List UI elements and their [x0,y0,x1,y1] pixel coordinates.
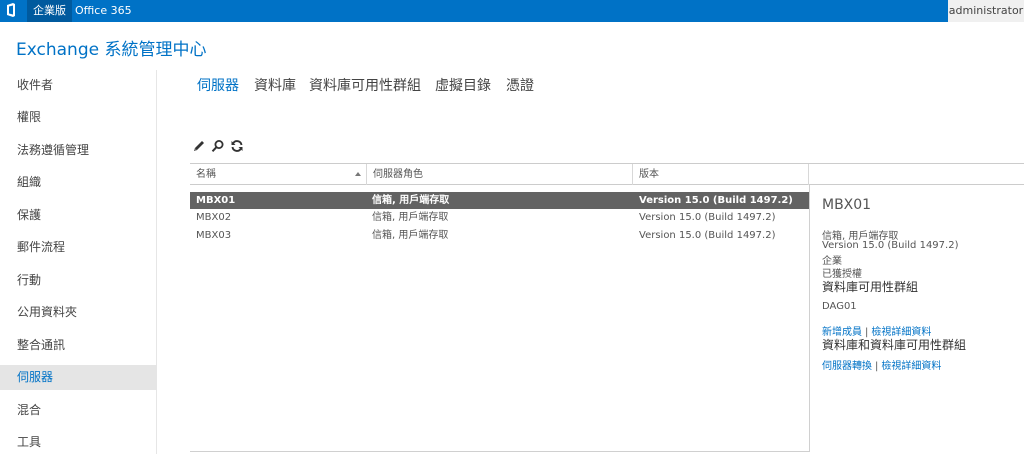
column-header-label: 伺服器角色 [373,169,423,180]
cell-name: MBX02 [196,212,232,223]
sidebar-item-unified-messaging[interactable]: 整合通訊 [0,333,157,358]
tab-certificates[interactable]: 憑證 [506,75,534,95]
cell-version: Version 15.0 (Build 1497.2) [639,230,776,241]
column-header-name[interactable]: 名稱 [190,164,367,185]
sidebar-item-organization[interactable]: 組織 [0,170,157,195]
cell-name: MBX01 [196,195,236,206]
sidebar-item-public-folders[interactable]: 公用資料夾 [0,300,157,325]
details-title: MBX01 [822,197,872,213]
table-row[interactable]: MBX02 信箱, 用戶端存取 Version 15.0 (Build 1497… [190,209,809,226]
user-menu[interactable]: administrator [948,0,1024,22]
tab-office365[interactable]: Office 365 [69,0,138,22]
office-logo-icon[interactable] [6,3,16,17]
view-details-link[interactable]: 檢視詳細資料 [881,361,941,372]
tab-servers[interactable]: 伺服器 [197,75,239,95]
details-divider [809,185,810,451]
page-title: Exchange 系統管理中心 [16,40,207,60]
sidebar-item-mail-flow[interactable]: 郵件流程 [0,235,157,260]
table-header: 名稱 伺服器角色 版本 [190,163,1024,185]
servers-table: 名稱 伺服器角色 版本 MBX01 信箱, 用戶端存取 Version 15.0… [190,163,1024,453]
sidebar-item-protection[interactable]: 保護 [0,203,157,228]
sidebar-item-mobile[interactable]: 行動 [0,268,157,293]
details-version: Version 15.0 (Build 1497.2) [822,240,959,251]
tab-dag[interactable]: 資料庫可用性群組 [309,75,421,95]
cell-role: 信箱, 用戶端存取 [372,195,450,206]
column-header-label: 版本 [639,169,659,180]
table-row[interactable]: MBX03 信箱, 用戶端存取 Version 15.0 (Build 1497… [190,227,809,244]
cell-version: Version 15.0 (Build 1497.2) [639,212,776,223]
search-icon[interactable] [211,139,225,153]
sidebar: 收件者 權限 法務遵循管理 組織 保護 郵件流程 行動 公用資料夾 整合通訊 伺… [0,70,157,454]
cell-version: Version 15.0 (Build 1497.2) [639,195,793,206]
sidebar-item-compliance[interactable]: 法務遵循管理 [0,138,157,163]
details-db-links: 伺服器轉換 | 檢視詳細資料 [822,357,941,372]
table-row[interactable]: MBX01 信箱, 用戶端存取 Version 15.0 (Build 1497… [190,192,809,209]
sidebar-item-tools[interactable]: 工具 [0,430,157,454]
sidebar-item-hybrid[interactable]: 混合 [0,398,157,423]
cell-name: MBX03 [196,230,232,241]
tab-databases[interactable]: 資料庫 [254,75,296,95]
server-switchover-link[interactable]: 伺服器轉換 [822,361,872,372]
tab-virtual-directories[interactable]: 虛擬目錄 [435,75,491,95]
column-header-role[interactable]: 伺服器角色 [367,164,633,185]
refresh-icon[interactable] [230,139,244,153]
sort-ascending-icon [355,172,361,176]
cell-role: 信箱, 用戶端存取 [372,212,449,223]
pencil-icon[interactable] [192,139,206,153]
tab-enterprise[interactable]: 企業版 [27,0,72,22]
link-separator: | [875,361,879,372]
column-header-version[interactable]: 版本 [633,164,809,185]
details-db-heading: 資料庫和資料庫可用性群組 [822,338,967,352]
cell-role: 信箱, 用戶端存取 [372,230,449,241]
details-dag-heading: 資料庫可用性群組 [822,280,919,294]
sidebar-item-recipients[interactable]: 收件者 [0,73,157,98]
table-bottom-border [190,451,810,452]
top-bar: 企業版 Office 365 administrator [0,0,1024,22]
details-dag-name: DAG01 [822,301,857,312]
sidebar-item-permissions[interactable]: 權限 [0,105,157,130]
sidebar-item-servers[interactable]: 伺服器 [0,365,157,390]
column-header-label: 名稱 [196,169,216,180]
